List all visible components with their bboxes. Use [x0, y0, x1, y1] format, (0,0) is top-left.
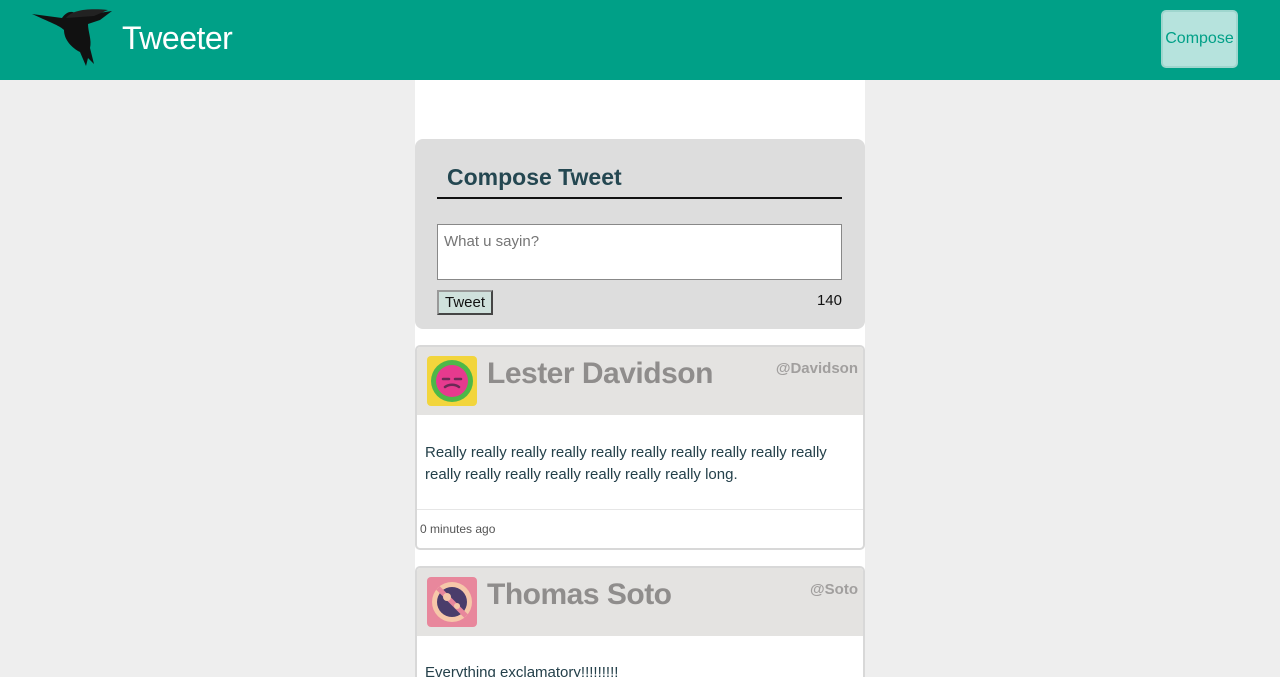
tweet-timestamp: 0 minutes ago — [420, 522, 496, 536]
tweet-input[interactable] — [437, 224, 842, 280]
tweet-card: Thomas Soto @Soto Everything exclamatory… — [415, 566, 865, 677]
planet-icon — [427, 577, 477, 627]
compose-button[interactable]: Compose — [1161, 10, 1238, 68]
tweet-header: Thomas Soto @Soto — [417, 568, 863, 636]
tweet-content: Really really really really really reall… — [425, 444, 827, 483]
tweet-footer: 0 minutes ago — [417, 509, 863, 547]
user-name: Thomas Soto — [487, 578, 672, 611]
app-title: Tweeter — [122, 20, 233, 56]
tweet-header: Lester Davidson @Davidson — [417, 347, 863, 415]
tweet-button[interactable]: Tweet — [437, 290, 493, 315]
face-icon — [427, 356, 477, 406]
compose-tweet-section: Compose Tweet Tweet 140 — [415, 139, 865, 329]
character-counter: 140 — [816, 292, 842, 309]
tweet-content: Everything exclamatory!!!!!!!!! — [425, 664, 619, 677]
user-name: Lester Davidson — [487, 357, 713, 390]
user-handle: @Davidson — [775, 360, 858, 377]
compose-title: Compose Tweet — [437, 161, 842, 199]
top-nav: Tweeter Compose — [0, 0, 1280, 80]
user-handle: @Soto — [810, 581, 858, 598]
main-column: Compose Tweet Tweet 140 Lester Davidson … — [415, 80, 865, 677]
tweet-card: Lester Davidson @Davidson Really really … — [415, 345, 865, 550]
hummingbird-logo-icon — [32, 9, 112, 66]
